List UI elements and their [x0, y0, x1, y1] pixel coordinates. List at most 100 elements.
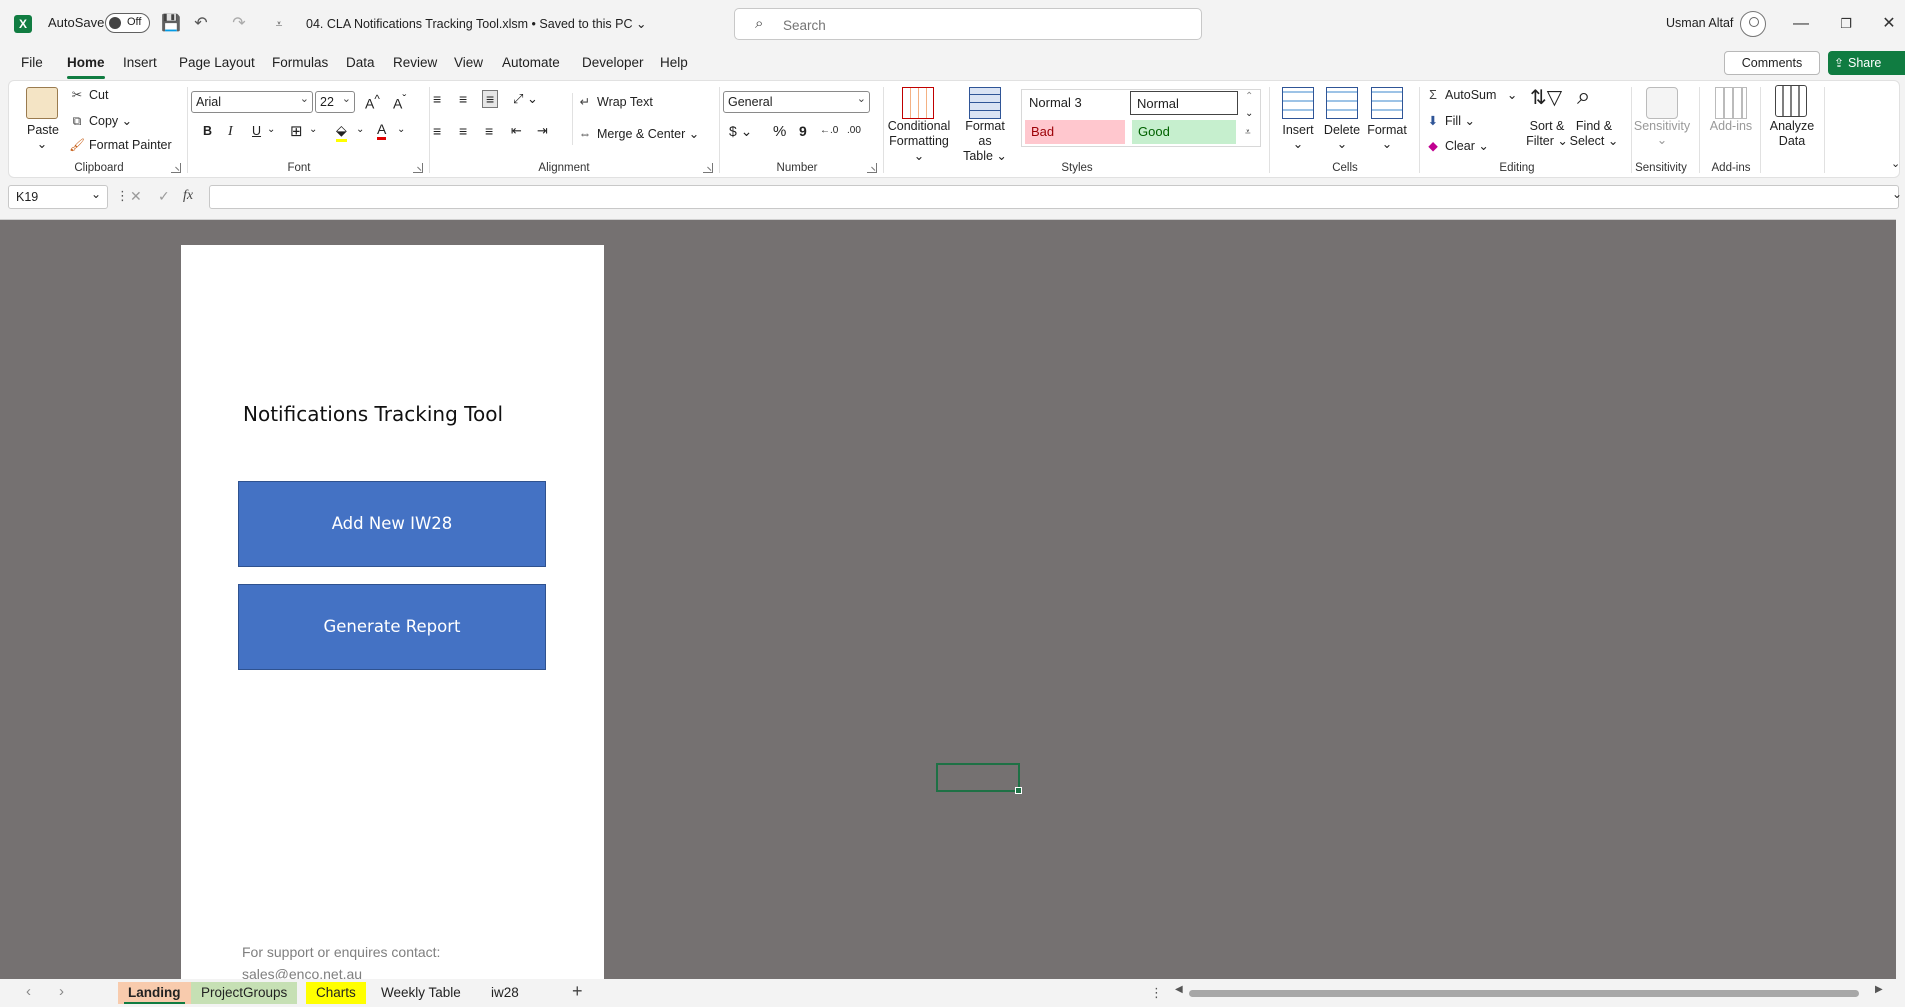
- sheet-tab-weekly-table[interactable]: Weekly Table: [371, 982, 471, 1004]
- decrease-decimal-icon[interactable]: .00: [847, 125, 861, 136]
- decrease-font-icon[interactable]: Aˇ: [393, 93, 406, 112]
- styles-scroll-up-icon[interactable]: ⌃: [1245, 91, 1253, 102]
- orientation-icon[interactable]: ⤢ ⌄: [513, 91, 538, 107]
- style-normal[interactable]: Normal: [1130, 91, 1238, 115]
- copy-button[interactable]: ⧉ Copy ⌄: [69, 113, 133, 129]
- add-new-iw28-button[interactable]: Add New IW28: [238, 481, 546, 567]
- style-bad[interactable]: Bad: [1025, 120, 1125, 144]
- file-name[interactable]: 04. CLA Notifications Tracking Tool.xlsm…: [306, 16, 646, 31]
- increase-decimal-icon[interactable]: ←.0: [820, 125, 838, 136]
- increase-font-icon[interactable]: A^: [365, 93, 380, 112]
- tab-data[interactable]: Data: [346, 55, 375, 70]
- bold-button[interactable]: B: [203, 124, 212, 138]
- analyze-data-button[interactable]: Analyze Data: [1763, 119, 1821, 149]
- font-color-icon[interactable]: A: [377, 121, 387, 140]
- font-name-select[interactable]: Arial: [191, 89, 313, 113]
- format-cells-button[interactable]: Format: [1359, 123, 1415, 138]
- analyze-data-icon[interactable]: [1775, 85, 1807, 117]
- ribbon-collapse-icon[interactable]: ⌄: [1891, 157, 1900, 170]
- font-color-dropdown-icon[interactable]: ⌄: [397, 124, 405, 135]
- paste-button[interactable]: Paste: [25, 123, 61, 138]
- tab-view[interactable]: View: [454, 55, 483, 70]
- comma-icon[interactable]: 9: [799, 123, 807, 139]
- wrap-text-button[interactable]: ↵ Wrap Text: [577, 94, 653, 109]
- merge-center-button[interactable]: ⇔ Merge & Center ⌄: [577, 126, 699, 141]
- tab-home[interactable]: Home: [67, 55, 105, 79]
- sensitivity-button[interactable]: Sensitivity: [1627, 119, 1697, 134]
- support-email[interactable]: sales@enco.net.au: [242, 966, 362, 979]
- number-launcher-icon[interactable]: [867, 163, 877, 173]
- middle-align-icon[interactable]: ≡: [459, 91, 467, 107]
- insert-cells-icon[interactable]: [1282, 87, 1314, 119]
- tab-insert[interactable]: Insert: [123, 55, 157, 70]
- fill-button[interactable]: ⬇ Fill ⌄: [1425, 113, 1475, 128]
- addins-button[interactable]: Add-ins: [1703, 119, 1759, 134]
- sort-filter-icon[interactable]: ⇅▽: [1530, 85, 1562, 110]
- more-options-icon[interactable]: ⋮: [116, 188, 129, 204]
- undo-icon[interactable]: ↶: [190, 13, 212, 35]
- search-box[interactable]: ⌕: [734, 8, 1202, 40]
- customize-toolbar-icon[interactable]: ⩡: [268, 13, 290, 35]
- tab-formulas[interactable]: Formulas: [272, 55, 328, 70]
- conditional-formatting-icon[interactable]: [902, 87, 934, 119]
- horizontal-scrollbar[interactable]: ◀ ▶: [1175, 984, 1890, 999]
- delete-dropdown-icon[interactable]: ⌄: [1335, 137, 1349, 152]
- selected-cell-k19[interactable]: [936, 763, 1022, 794]
- sheet-tab-projectgroups[interactable]: ProjectGroups: [191, 982, 298, 1004]
- sheet-tab-iw28[interactable]: iw28: [481, 982, 529, 1004]
- add-sheet-icon[interactable]: +: [572, 981, 583, 1002]
- top-align-icon[interactable]: ≡: [433, 91, 441, 107]
- clipboard-launcher-icon[interactable]: [171, 163, 181, 173]
- clear-button[interactable]: ◆ Clear ⌄: [1425, 138, 1489, 153]
- prev-sheet-icon[interactable]: ‹: [26, 983, 31, 1000]
- delete-cells-icon[interactable]: [1326, 87, 1358, 119]
- decrease-indent-icon[interactable]: ⇤: [511, 123, 522, 139]
- generate-report-button[interactable]: Generate Report: [238, 584, 546, 670]
- cut-button[interactable]: ✂ Cut: [69, 87, 109, 102]
- restore-icon[interactable]: ❐: [1831, 10, 1861, 38]
- currency-icon[interactable]: $ ⌄: [729, 123, 752, 140]
- bottom-align-icon[interactable]: ≡: [482, 90, 499, 108]
- paste-icon[interactable]: [26, 87, 58, 119]
- save-icon[interactable]: 💾: [160, 13, 182, 35]
- alignment-launcher-icon[interactable]: [703, 163, 713, 173]
- find-select-button[interactable]: Find & Select ⌄: [1563, 119, 1625, 149]
- number-format-select[interactable]: General: [723, 89, 870, 113]
- minimize-icon[interactable]: —: [1786, 10, 1816, 38]
- formula-input[interactable]: [209, 185, 1899, 209]
- sheet-tab-landing[interactable]: Landing: [118, 982, 191, 1004]
- increase-indent-icon[interactable]: ⇥: [537, 123, 548, 139]
- percent-icon[interactable]: %: [773, 123, 786, 140]
- expand-formula-icon[interactable]: ⌄: [1892, 187, 1902, 201]
- name-box[interactable]: K19: [8, 183, 108, 209]
- comments-button[interactable]: Comments: [1724, 51, 1820, 75]
- align-right-icon[interactable]: ≡: [485, 123, 493, 139]
- search-input[interactable]: [783, 15, 1183, 35]
- format-painter-button[interactable]: 🖌 Format Painter: [69, 138, 172, 153]
- share-button[interactable]: Share: [1828, 51, 1905, 75]
- format-cells-icon[interactable]: [1371, 87, 1403, 119]
- insert-dropdown-icon[interactable]: ⌄: [1291, 137, 1305, 152]
- tab-help[interactable]: Help: [660, 55, 688, 70]
- underline-dropdown-icon[interactable]: ⌄: [267, 124, 275, 135]
- format-as-table-icon[interactable]: [969, 87, 1001, 119]
- fill-color-icon[interactable]: ⬙: [336, 122, 347, 142]
- style-normal-3[interactable]: Normal 3: [1023, 91, 1127, 115]
- style-good[interactable]: Good: [1132, 120, 1236, 144]
- find-select-icon[interactable]: ⌕: [1577, 83, 1590, 111]
- tab-file[interactable]: File: [21, 55, 43, 70]
- font-launcher-icon[interactable]: [413, 163, 423, 173]
- redo-icon[interactable]: ↷: [228, 13, 250, 35]
- avatar[interactable]: [1740, 11, 1766, 37]
- styles-scroll-down-icon[interactable]: ⌄: [1245, 108, 1253, 119]
- autosave-toggle[interactable]: Off: [105, 13, 150, 33]
- tab-review[interactable]: Review: [393, 55, 437, 70]
- tab-options-icon[interactable]: ⋮: [1150, 985, 1163, 1001]
- sheet-tab-charts[interactable]: Charts: [306, 982, 366, 1004]
- align-left-icon[interactable]: ≡: [433, 123, 441, 139]
- vertical-scrollbar[interactable]: [1896, 219, 1905, 979]
- format-as-table-button[interactable]: Format as Table ⌄: [957, 119, 1013, 164]
- borders-icon[interactable]: ⊞: [290, 122, 303, 140]
- format-dropdown-icon[interactable]: ⌄: [1380, 137, 1394, 152]
- autosum-button[interactable]: Σ AutoSum ⌄: [1425, 87, 1517, 102]
